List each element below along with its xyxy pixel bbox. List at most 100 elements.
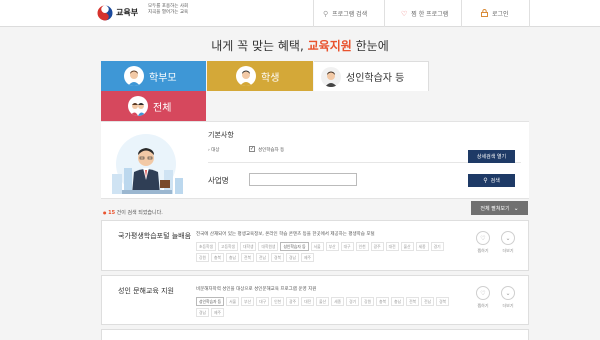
- tab-parent-label: 학부모: [149, 72, 177, 84]
- program-card: 국가평생학습포털 늘배움 전국에 산재되어 있는 평생교육정보, 온라인 학습 …: [101, 220, 529, 271]
- tag: 전북: [406, 297, 420, 306]
- program-description: 비문해자학력 성인을 대상으로 성인문해교육 프로그램 운영 지원: [196, 287, 317, 292]
- nav-favorite-programs-label: 찜 한 프로그램: [411, 11, 449, 18]
- tag: 인천: [355, 242, 369, 251]
- heart-icon: ♡: [476, 231, 490, 245]
- tab-student[interactable]: 학생: [207, 61, 313, 91]
- tag: 전남: [256, 253, 269, 262]
- program-tags: 성인학습자 등 서울 부산 대구 인천 광주 대전 울산 세종 경기 강원 충북…: [196, 297, 456, 317]
- more-button[interactable]: ⌄ 더보기: [500, 286, 516, 309]
- tab-student-label: 학생: [261, 72, 280, 84]
- tag-active: 성인학습자 등: [280, 242, 309, 251]
- tag: 대구: [340, 242, 354, 251]
- search-button[interactable]: ⚲ 검색: [468, 174, 515, 187]
- business-name-input[interactable]: [249, 173, 357, 186]
- tag: 전북: [241, 253, 254, 262]
- nav-program-search-label: 프로그램 검색: [332, 11, 368, 18]
- search-icon: ⚲: [483, 177, 488, 184]
- more-label: 더보기: [502, 303, 514, 308]
- program-actions: ♡ 찜하기 ⌄ 더보기: [475, 231, 516, 254]
- tag: 고등학생: [217, 242, 238, 251]
- taegeuk-logo-icon[interactable]: [97, 5, 113, 21]
- tab-all[interactable]: 전체: [101, 91, 206, 121]
- slogan-line2: 지곡을 열어가는 교육: [148, 10, 189, 15]
- more-button[interactable]: ⌄ 더보기: [500, 231, 516, 254]
- nav-favorite-programs[interactable]: ♡ 찜 한 프로그램: [384, 0, 461, 27]
- top-header: 교육부 모두를 포용하는 사회 지곡을 열어가는 교육 ⚲ 프로그램 검색 ♡ …: [0, 0, 600, 27]
- tag: 충남: [226, 253, 239, 262]
- headline-highlight: 교육지원: [307, 39, 352, 53]
- tag: 경남: [286, 253, 299, 262]
- tag: 경기: [346, 297, 360, 306]
- tag: 서울: [310, 242, 324, 251]
- slogan: 모두를 포용하는 사회 지곡을 열어가는 교육: [148, 4, 208, 16]
- program-card: 성인 문해교육 지원 비문해자학력 성인을 대상으로 성인문해교육 프로그램 운…: [101, 275, 529, 325]
- program-tags: 초등학생 고등학생 대학생 대학원생 성인학습자 등 서울 부산 대구 인천 광…: [196, 242, 456, 262]
- tag: 충북: [376, 297, 390, 306]
- tag: 부산: [325, 242, 339, 251]
- tag: 광주: [370, 242, 384, 251]
- tag: 대전: [301, 297, 315, 306]
- expand-all-button[interactable]: 전체 펼쳐보기 ⌄: [471, 201, 528, 215]
- student-avatar-icon: [236, 66, 256, 86]
- parent-avatar-icon: [124, 66, 144, 86]
- tab-parent[interactable]: 학부모: [101, 61, 206, 91]
- tag: 강원: [196, 253, 209, 262]
- bullet-icon: ●: [103, 210, 107, 215]
- chevron-down-icon: ⌄: [513, 204, 519, 212]
- search-panel: 기본사항 › 대상 ✓ 성인학습자 등 사업명 상세검색 열기 ⚲ 검색: [101, 121, 529, 199]
- tag: 경남: [196, 308, 209, 317]
- tab-adult-learner[interactable]: 성인학습자 등: [314, 61, 429, 91]
- org-name[interactable]: 교육부: [116, 7, 138, 18]
- tag: 대구: [256, 297, 270, 306]
- tag: 경북: [436, 297, 450, 306]
- expand-all-label: 전체 펼쳐보기: [480, 205, 510, 212]
- like-button[interactable]: ♡ 찜하기: [475, 231, 491, 254]
- tag: 세종: [415, 242, 429, 251]
- more-label: 더보기: [502, 248, 514, 253]
- basic-info-label: 기본사항: [208, 131, 234, 139]
- headline-suffix: 한눈에: [355, 39, 389, 53]
- nav-login[interactable]: 로그인: [461, 0, 530, 27]
- business-name-label: 사업명: [208, 176, 229, 185]
- tab-adult-learner-label: 성인학습자 등: [346, 73, 405, 84]
- tag: 경기: [430, 242, 444, 251]
- nav-program-search[interactable]: ⚲ 프로그램 검색: [313, 0, 384, 27]
- tag-active: 성인학습자 등: [196, 297, 225, 306]
- nav-login-label: 로그인: [492, 11, 509, 18]
- program-title[interactable]: 성인 문해교육 지원: [118, 286, 194, 297]
- tab-all-label: 전체: [153, 102, 172, 114]
- adult-learner-checkbox-label[interactable]: 성인학습자 등: [258, 147, 284, 153]
- page-headline: 내게 꼭 맞는 혜택, 교육지원 한눈에: [0, 37, 600, 54]
- program-actions: ♡ 찜하기 ⌄ 더보기: [475, 286, 516, 309]
- tag: 제주: [211, 308, 224, 317]
- heart-icon: ♡: [401, 9, 408, 18]
- program-description: 전국에 산재되어 있는 평생교육정보, 온라인 학습 콘텐츠 등을 한곳에서 제…: [196, 232, 375, 237]
- tag: 광주: [286, 297, 300, 306]
- chevron-down-icon: ⌄: [501, 231, 515, 245]
- chevron-down-icon: ⌄: [501, 286, 515, 300]
- search-button-label: 검색: [490, 178, 500, 184]
- tag: 대학생: [239, 242, 257, 251]
- adult-learner-avatar-icon: [321, 66, 341, 87]
- tag: 세종: [331, 297, 345, 306]
- tag: 강원: [361, 297, 375, 306]
- headline-prefix: 내게 꼭 맞는 혜택,: [211, 39, 304, 53]
- result-count-number: 15: [108, 210, 116, 216]
- lock-icon: [481, 8, 488, 19]
- program-title[interactable]: 국가평생학습포털 늘배움: [118, 231, 194, 242]
- tag: 서울: [226, 297, 240, 306]
- like-label: 찜하기: [477, 303, 489, 308]
- target-label: › 대상: [208, 148, 220, 153]
- heart-icon: ♡: [476, 286, 490, 300]
- tag: 인천: [271, 297, 285, 306]
- tag: 대학원생: [258, 242, 279, 251]
- tag: 대전: [385, 242, 399, 251]
- tag: 충남: [391, 297, 405, 306]
- tag: 전남: [421, 297, 435, 306]
- detail-search-button[interactable]: 상세검색 열기: [468, 150, 515, 163]
- office-worker-illustration-icon: [112, 134, 183, 194]
- like-button[interactable]: ♡ 찜하기: [475, 286, 491, 309]
- adult-learner-checkbox[interactable]: ✓: [249, 146, 255, 152]
- result-count: ● 15 건이 검색 되었습니다.: [103, 209, 163, 216]
